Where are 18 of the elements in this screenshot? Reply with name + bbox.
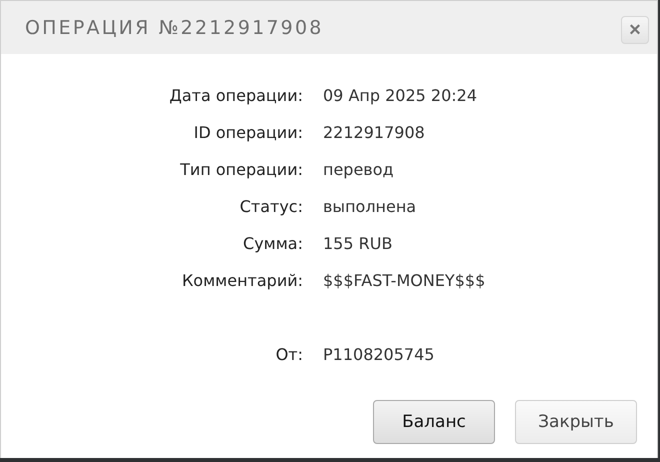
field-label: ID операции: xyxy=(192,122,303,144)
field-value: 09 Апр 2025 20:24 xyxy=(323,85,478,107)
field-value: перевод xyxy=(323,159,395,181)
field-value: $$$FAST-MONEY$$$ xyxy=(323,270,486,292)
close-button[interactable]: × xyxy=(621,16,649,44)
field-value: P1108205745 xyxy=(323,344,436,366)
field-value: выполнена xyxy=(323,196,418,218)
dialog-title: ОПЕРАЦИЯ №2212917908 xyxy=(25,16,324,38)
field-value: 2212917908 xyxy=(323,122,426,144)
balance-button[interactable]: Баланс xyxy=(373,400,495,444)
field-label: Комментарий: xyxy=(180,270,303,292)
field-label: Статус: xyxy=(238,196,303,218)
field-label: Сумма: xyxy=(242,233,303,255)
field-value: 155 RUB xyxy=(323,233,394,255)
close-dialog-button[interactable]: Закрыть xyxy=(515,400,637,444)
field-label: От: xyxy=(274,344,303,366)
field-label: Дата операции: xyxy=(168,85,303,107)
field-label: Тип операции: xyxy=(179,159,303,181)
